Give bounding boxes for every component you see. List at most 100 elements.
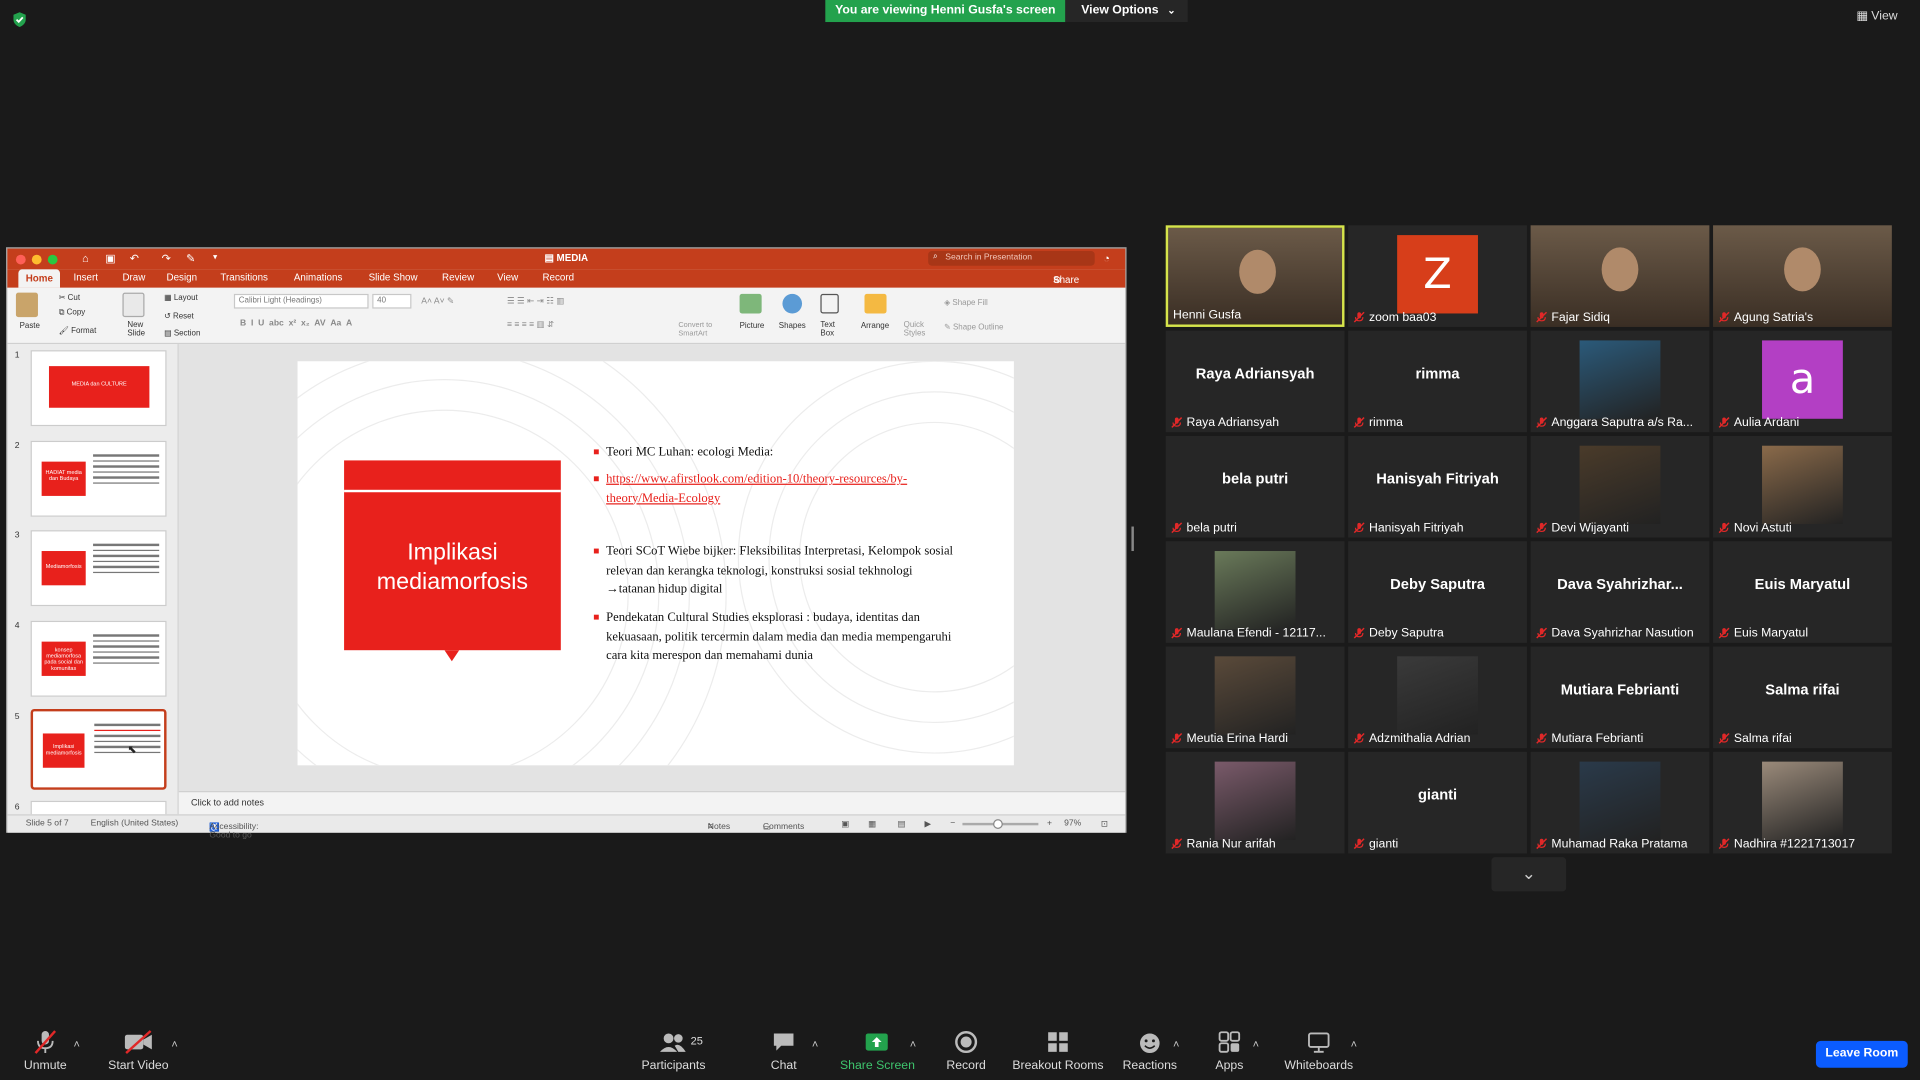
current-slide[interactable]: Implikasi mediamorfosis Teori MC Luhan: … — [297, 361, 1014, 766]
slide-sorter-icon[interactable]: ▦ — [868, 819, 876, 829]
participant-tile[interactable]: Adzmithalia Adrian — [1348, 646, 1527, 749]
layout-button[interactable]: ▦ Layout — [164, 293, 198, 303]
quick-styles-button[interactable]: Quick Styles — [904, 321, 931, 338]
notes-input[interactable]: Click to add notes — [178, 791, 1126, 815]
participant-tile[interactable]: Agung Satria's — [1713, 225, 1892, 327]
participant-tile[interactable]: Henni Gusfa — [1165, 225, 1345, 327]
slide-thumbnail-2[interactable]: HADIAT media dan Budaya — [30, 440, 167, 517]
start-video-button[interactable]: Start Video — [105, 1029, 171, 1073]
slide-thumbnail-1[interactable]: MEDIA dan CULTURE — [30, 350, 167, 427]
convert-smartart-button[interactable]: Convert to SmartArt — [678, 322, 727, 339]
security-shield-icon[interactable] — [11, 11, 28, 28]
tab-record[interactable]: Record — [542, 272, 574, 283]
slide-thumbnail-5[interactable]: Implikasi mediamorfosis ⬉ — [30, 708, 167, 790]
shapes-icon[interactable] — [782, 293, 803, 314]
participant-tile[interactable]: Novi Astuti — [1713, 435, 1892, 538]
share-screen-button[interactable]: Share Screen — [840, 1029, 915, 1073]
arrange-label[interactable]: Arrange — [861, 322, 889, 331]
shapes-label[interactable]: Shapes — [779, 322, 806, 331]
reactions-chevron-icon[interactable]: ˄ — [1173, 1038, 1179, 1050]
tab-design[interactable]: Design — [167, 272, 197, 283]
normal-view-icon[interactable]: ▣ — [841, 819, 849, 829]
participant-tile[interactable]: Mutiara Febrianti Mutiara Febrianti — [1530, 646, 1710, 749]
text-box-icon[interactable] — [820, 293, 839, 314]
leave-room-button[interactable]: Leave Room — [1815, 1040, 1908, 1068]
participants-button[interactable]: 25 Participants — [637, 1029, 710, 1073]
splitter-handle[interactable] — [1131, 526, 1134, 552]
slide-thumbnail-3[interactable]: Mediamorfosis — [30, 530, 167, 607]
participant-tile[interactable]: Fajar Sidiq — [1530, 225, 1710, 327]
fit-slide-icon[interactable]: ⊡ — [1101, 819, 1108, 829]
participant-tile[interactable]: Devi Wijayanti — [1530, 435, 1710, 538]
gallery-next-page-button[interactable]: ⌄ — [1491, 857, 1567, 892]
new-slide-label[interactable]: New Slide — [127, 321, 149, 338]
text-box-label[interactable]: Text Box — [820, 321, 842, 338]
tab-home[interactable]: Home — [18, 269, 61, 288]
arrange-icon[interactable] — [864, 293, 887, 314]
shape-outline-button[interactable]: ✎ Shape Outline — [944, 322, 1003, 332]
tab-view[interactable]: View — [497, 272, 518, 283]
reading-view-icon[interactable]: ▤ — [898, 819, 906, 829]
paste-icon[interactable] — [15, 292, 38, 318]
tab-slide-show[interactable]: Slide Show — [369, 272, 418, 283]
zoom-out-icon[interactable]: − — [950, 819, 955, 828]
participant-tile[interactable]: Rania Nur arifah — [1165, 751, 1345, 854]
share-options-chevron-icon[interactable]: ˄ — [910, 1038, 916, 1050]
slide-thumbnail-4[interactable]: konsep mediamorfosa pada social dan komu… — [30, 620, 167, 697]
participant-tile[interactable]: gianti gianti — [1348, 751, 1527, 854]
unmute-button[interactable]: Unmute — [17, 1029, 73, 1073]
participant-tile[interactable]: Maulana Efendi - 12117... — [1165, 541, 1345, 643]
participant-tile[interactable]: rimma rimma — [1348, 330, 1527, 433]
zoom-in-icon[interactable]: + — [1047, 819, 1052, 828]
font-family-select[interactable]: Calibri Light (Headings) — [233, 293, 369, 309]
whiteboards-chevron-icon[interactable]: ˄ — [1351, 1038, 1357, 1050]
participant-tile[interactable]: Salma rifai Salma rifai — [1713, 646, 1892, 749]
audio-options-chevron-icon[interactable]: ˄ — [73, 1038, 79, 1050]
apps-button[interactable]: Apps — [1210, 1029, 1249, 1073]
zoom-level[interactable]: 97% — [1064, 819, 1081, 828]
participant-tile[interactable]: Anggara Saputra a/s Ra... — [1530, 330, 1710, 433]
participant-tile[interactable]: Dava Syahrizhar... Dava Syahrizhar Nasuti… — [1530, 541, 1710, 643]
breakout-rooms-button[interactable]: Breakout Rooms — [1011, 1029, 1104, 1073]
tab-draw[interactable]: Draw — [122, 272, 145, 283]
font-size-select[interactable]: 40 — [372, 293, 412, 309]
participant-tile[interactable]: Muhamad Raka Pratama — [1530, 751, 1710, 854]
participant-tile[interactable]: Zzoom baa03 — [1348, 225, 1527, 327]
record-button[interactable]: Record — [943, 1029, 990, 1073]
tab-insert[interactable]: Insert — [73, 272, 98, 283]
reactions-button[interactable]: Reactions — [1122, 1029, 1178, 1073]
participant-tile[interactable]: bela putri bela putri — [1165, 435, 1345, 538]
view-options-button[interactable]: View Options ⌄ — [1065, 0, 1188, 23]
zoom-slider-handle[interactable] — [993, 819, 1003, 829]
new-slide-icon[interactable] — [122, 292, 145, 318]
participant-tile[interactable]: Hanisyah Fitriyah Hanisyah Fitriyah — [1348, 435, 1527, 538]
paste-label[interactable]: Paste — [20, 322, 40, 331]
reset-button[interactable]: ↺ Reset — [164, 311, 194, 321]
apps-chevron-icon[interactable]: ˄ — [1253, 1038, 1259, 1050]
slide-thumbnail-6[interactable] — [30, 800, 167, 815]
slideshow-icon[interactable]: ▶ — [924, 819, 931, 829]
account-icon[interactable]: ◔ — [1103, 252, 1110, 264]
tab-animations[interactable]: Animations — [294, 272, 342, 283]
participant-tile[interactable]: Euis Maryatul Euis Maryatul — [1713, 541, 1892, 643]
tab-review[interactable]: Review — [442, 272, 474, 283]
tab-transitions[interactable]: Transitions — [220, 272, 268, 283]
participant-tile[interactable]: Meutia Erina Hardi — [1165, 646, 1345, 749]
alignment-icons[interactable]: ≡ ≡ ≡ ≡ ▥ ⇵ — [507, 320, 554, 330]
participant-tile[interactable]: a Aulia Ardani — [1713, 330, 1892, 433]
participant-tile[interactable]: Nadhira #1221713017 — [1713, 751, 1892, 854]
video-options-chevron-icon[interactable]: ˄ — [171, 1038, 177, 1050]
section-button[interactable]: ▤ Section — [164, 328, 200, 338]
text-format-icons[interactable]: B I U abc x² x₂ AV Aa A — [240, 320, 352, 329]
copy-button[interactable]: ⧉ Copy — [59, 309, 85, 319]
whiteboards-button[interactable]: Whiteboards — [1281, 1029, 1357, 1073]
font-size-controls-icon[interactable]: A˄ A˅ ✎ — [421, 296, 454, 307]
language-status[interactable]: English (United States) — [91, 819, 179, 828]
view-button[interactable]: ▦ View — [1856, 10, 1897, 23]
shape-fill-button[interactable]: ◈ Shape Fill — [944, 298, 988, 308]
picture-icon[interactable] — [739, 293, 762, 314]
cut-button[interactable]: ✂ Cut — [59, 293, 80, 303]
bullet-link[interactable]: https://www.afirstlook.com/edition-10/th… — [593, 470, 937, 508]
chat-options-chevron-icon[interactable]: ˄ — [812, 1038, 818, 1050]
picture-label[interactable]: Picture — [740, 322, 765, 331]
